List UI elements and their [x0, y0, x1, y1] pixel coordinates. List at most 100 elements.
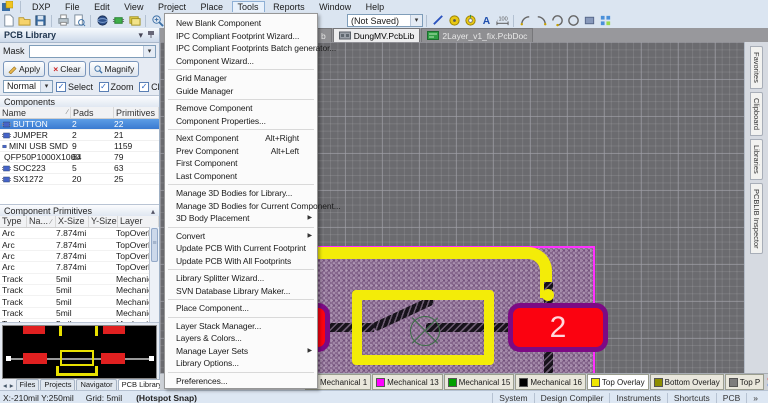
- menubar-item[interactable]: Tools: [232, 1, 265, 12]
- scrollbar-thumb[interactable]: ≡: [151, 228, 158, 262]
- dimension-tool-icon[interactable]: .100: [494, 14, 510, 28]
- pad-tool-icon[interactable]: [446, 14, 462, 28]
- menubar-item[interactable]: Project: [152, 2, 192, 12]
- menu-item[interactable]: Library Options... ▶: [166, 357, 316, 370]
- scroll-left-icon[interactable]: ◂: [2, 381, 8, 390]
- magnify-button[interactable]: Magnify: [89, 61, 140, 77]
- primitive-row[interactable]: Track 5mil Mechanical: [0, 308, 149, 319]
- primitives-scrollbar[interactable]: ≡: [149, 227, 159, 322]
- primitive-row[interactable]: Arc 7.874mil TopOverlay: [0, 239, 149, 250]
- component-row[interactable]: JUMPER 2 21: [0, 130, 159, 141]
- component-row[interactable]: MINI USB SMD 9 1159: [0, 141, 159, 152]
- fill-tool-icon[interactable]: [581, 14, 597, 28]
- menu-item[interactable]: Update PCB With Current Footprint ▶: [166, 242, 316, 255]
- side-panel-tab[interactable]: PCBLIB Inspector: [750, 183, 763, 255]
- menubar-item[interactable]: Reports: [267, 2, 311, 12]
- clear-button[interactable]: × Clear: [48, 61, 85, 77]
- component-row[interactable]: QFP50P1000X1000 64 79: [0, 152, 159, 163]
- status-bar-button[interactable]: »: [746, 393, 764, 403]
- primitive-row[interactable]: Arc 7.874mil TopOverlay: [0, 251, 149, 262]
- menu-item[interactable]: Last Component ▶: [166, 170, 316, 183]
- status-bar-button[interactable]: Instruments: [609, 393, 666, 403]
- menu-item[interactable]: Manage 3D Bodies for Current Component..…: [166, 200, 316, 213]
- layer-tab[interactable]: Bottom Overlay: [650, 374, 724, 390]
- menu-item[interactable]: Update PCB With All Footprints ▶: [166, 255, 316, 268]
- layer-tab[interactable]: Top P: [725, 374, 764, 390]
- primitives-table-header[interactable]: Type Na... ∕ X-Size Y-Size Layer: [0, 216, 159, 228]
- menu-item[interactable]: SVN Database Library Maker... ▶: [166, 285, 316, 298]
- via-tool-icon[interactable]: [462, 14, 478, 28]
- menu-item[interactable]: Preferences... ▶: [166, 375, 316, 388]
- document-tab[interactable]: DungMV.PcbLib: [333, 28, 421, 42]
- menu-item[interactable]: Layers & Colors... ▶: [166, 332, 316, 345]
- arc-angle-tool-icon[interactable]: [549, 14, 565, 28]
- print-icon[interactable]: [55, 14, 71, 28]
- side-panel-tab[interactable]: Clipboard: [750, 92, 763, 136]
- menubar-item[interactable]: Edit: [88, 2, 116, 12]
- panel-tab[interactable]: PCB Library: [118, 379, 166, 390]
- menu-item[interactable]: Next Component Alt+Right ▶: [166, 132, 316, 145]
- component-row[interactable]: SOC223 5 63: [0, 163, 159, 174]
- checkbox[interactable]: ✓ Clear Exi: [139, 82, 159, 92]
- layer-tab[interactable]: Mechanical 16: [515, 374, 586, 390]
- side-panel-tab[interactable]: Libraries: [750, 139, 763, 180]
- menubar-item[interactable]: Window: [313, 2, 357, 12]
- pin-icon[interactable]: [147, 30, 155, 41]
- print-preview-icon[interactable]: [71, 14, 87, 28]
- menu-item[interactable]: New Blank Component ▶: [166, 17, 316, 30]
- menu-item[interactable]: First Component ▶: [166, 157, 316, 170]
- pad-2[interactable]: 2: [508, 303, 608, 352]
- panel-tab[interactable]: Navigator: [76, 379, 116, 390]
- component-row[interactable]: BUTTON 2 22: [0, 119, 159, 130]
- mask-dropdown[interactable]: ▾: [29, 45, 156, 58]
- menubar-item[interactable]: File: [59, 2, 86, 12]
- full-circle-tool-icon[interactable]: [565, 14, 581, 28]
- checkbox[interactable]: ✓ Zoom: [99, 82, 134, 92]
- save-icon[interactable]: [32, 14, 48, 28]
- menu-item[interactable]: Prev Component Alt+Left ▶: [166, 145, 316, 158]
- panel-tab[interactable]: Files: [16, 379, 40, 390]
- zoom-in-icon[interactable]: [149, 14, 165, 28]
- primitive-row[interactable]: Track 5mil Mechanical: [0, 285, 149, 296]
- menu-item[interactable]: Layer Stack Manager... ▶: [166, 320, 316, 333]
- menu-item[interactable]: Grid Manager ▶: [166, 72, 316, 85]
- status-bar-button[interactable]: Design Compiler: [534, 393, 610, 403]
- document-state-dropdown[interactable]: (Not Saved) ▾: [347, 14, 423, 27]
- primitive-row[interactable]: Arc 7.874mil TopOverlay: [0, 262, 149, 273]
- view-3d-icon[interactable]: [94, 14, 110, 28]
- scroll-right-icon[interactable]: ▸: [9, 381, 15, 390]
- component-icon[interactable]: [110, 14, 126, 28]
- components-table-header[interactable]: Name∕ Pads Primitives: [0, 107, 159, 119]
- checkbox[interactable]: ✓ Select: [56, 82, 93, 92]
- primitive-row[interactable]: Arc 7.874mil TopOverlay: [0, 228, 149, 239]
- side-panel-tab[interactable]: Favorites: [750, 46, 763, 89]
- apply-button[interactable]: Apply: [3, 61, 45, 77]
- mode-dropdown[interactable]: Normal ▾: [3, 80, 53, 93]
- menu-item[interactable]: Guide Manager ▶: [166, 85, 316, 98]
- menubar-item[interactable]: Help: [360, 2, 391, 12]
- arc-center-tool-icon[interactable]: [517, 14, 533, 28]
- arc-edge-tool-icon[interactable]: [533, 14, 549, 28]
- primitive-row[interactable]: Track 5mil Mechanical: [0, 296, 149, 307]
- open-folder-icon[interactable]: [16, 14, 32, 28]
- menu-item[interactable]: Place Component... ▶: [166, 302, 316, 315]
- layer-tab[interactable]: Top Overlay: [587, 374, 649, 390]
- paste-array-icon[interactable]: [597, 14, 613, 28]
- status-bar-button[interactable]: System: [492, 393, 533, 403]
- board-icon[interactable]: [126, 14, 142, 28]
- menu-item[interactable]: Component Properties... ▶: [166, 115, 316, 128]
- menu-item[interactable]: Remove Component ▶: [166, 102, 316, 115]
- new-document-icon[interactable]: [0, 14, 16, 28]
- layer-tab[interactable]: Mechanical 13: [372, 374, 443, 390]
- menu-item[interactable]: IPC Compliant Footprint Wizard... ▶: [166, 30, 316, 43]
- menu-item[interactable]: Component Wizard... ▶: [166, 55, 316, 68]
- menu-item[interactable]: Convert ▶: [166, 230, 316, 243]
- menubar-item[interactable]: Place: [195, 2, 230, 12]
- line-tool-icon[interactable]: [430, 14, 446, 28]
- menu-item[interactable]: Manage 3D Bodies for Library... ▶: [166, 187, 316, 200]
- menu-item[interactable]: Library Splitter Wizard... ▶: [166, 272, 316, 285]
- menu-item[interactable]: IPC Compliant Footprints Batch generator…: [166, 42, 316, 55]
- status-bar-button[interactable]: PCB: [716, 393, 746, 403]
- primitive-row[interactable]: Track 5mil Mechanical: [0, 274, 149, 285]
- menu-item[interactable]: 3D Body Placement ▶: [166, 212, 316, 225]
